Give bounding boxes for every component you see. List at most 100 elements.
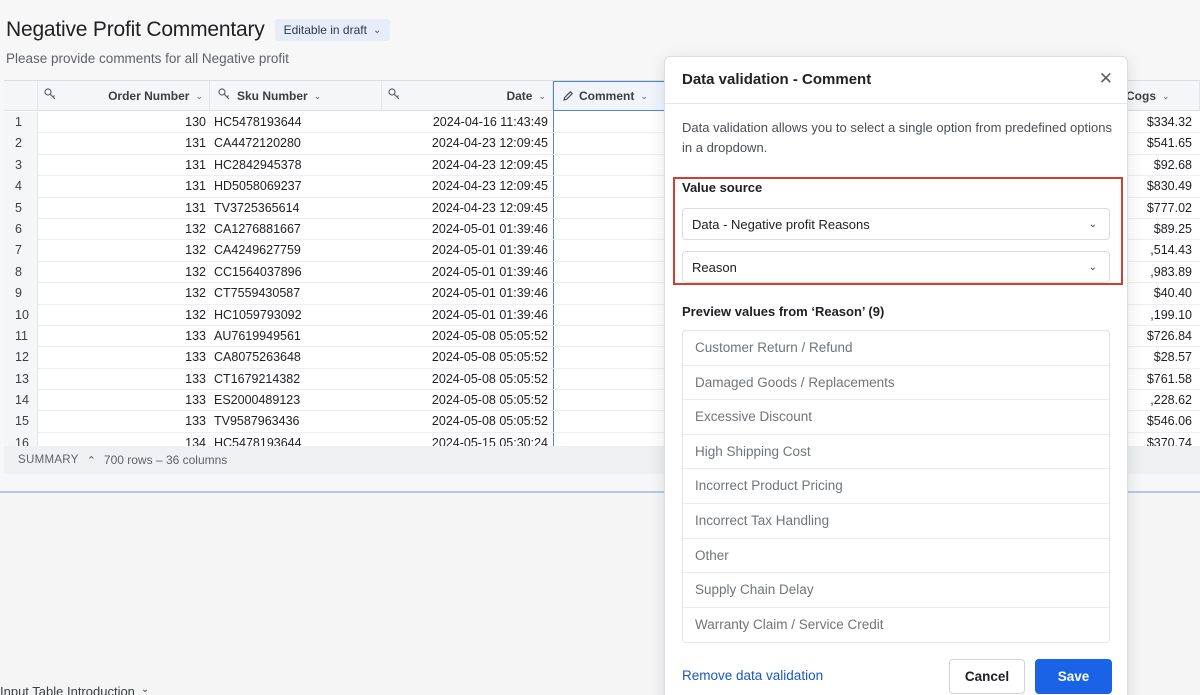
order-number-cell[interactable]: 132 bbox=[38, 305, 210, 326]
sku-number-cell[interactable]: CA4249627759 bbox=[214, 240, 382, 261]
column-label: Date bbox=[506, 89, 533, 103]
preview-value-item: High Shipping Cost bbox=[683, 435, 1109, 470]
row-number: 13 bbox=[4, 368, 38, 391]
order-number-cell[interactable]: 131 bbox=[38, 155, 210, 176]
chevron-down-icon[interactable]: ⌄ bbox=[195, 91, 203, 102]
order-number-cell[interactable]: 131 bbox=[38, 176, 210, 197]
page-header: Negative Profit Commentary Editable in d… bbox=[6, 18, 391, 42]
key-icon bbox=[44, 88, 57, 104]
row-number: 15 bbox=[4, 411, 38, 433]
date-cell[interactable]: 2024-05-08 05:05:52 bbox=[382, 369, 550, 390]
preview-value-item: Damaged Goods / Replacements bbox=[683, 366, 1109, 401]
date-cell[interactable]: 2024-04-23 12:09:45 bbox=[382, 176, 550, 197]
date-cell[interactable]: 2024-05-08 05:05:52 bbox=[382, 390, 550, 411]
order-number-cell[interactable]: 134 bbox=[38, 433, 210, 446]
sku-number-cell[interactable]: CA8075263648 bbox=[214, 347, 382, 368]
sku-number-cell[interactable]: CT1679214382 bbox=[214, 369, 382, 390]
sku-number-cell[interactable]: CT7559430587 bbox=[214, 283, 382, 304]
row-number: 4 bbox=[4, 176, 38, 198]
dialog-divider bbox=[665, 103, 1127, 104]
column-header-sku-number[interactable]: Sku Number ⌄ bbox=[210, 81, 382, 111]
sku-number-cell[interactable]: HC1059793092 bbox=[214, 305, 382, 326]
preview-value-item: Incorrect Product Pricing bbox=[683, 469, 1109, 504]
chevron-down-icon[interactable]: ⌄ bbox=[314, 91, 322, 102]
date-cell[interactable]: 2024-04-23 12:09:45 bbox=[382, 133, 550, 154]
sku-number-cell[interactable]: CC1564037896 bbox=[214, 262, 382, 283]
order-number-cell[interactable]: 131 bbox=[38, 198, 210, 219]
date-cell[interactable]: 2024-05-01 01:39:46 bbox=[382, 262, 550, 283]
date-cell[interactable]: 2024-05-01 01:39:46 bbox=[382, 219, 550, 240]
sku-number-cell[interactable]: TV9587963436 bbox=[214, 411, 382, 432]
chevron-down-icon: ⌄ bbox=[372, 24, 382, 36]
preview-value-item: Incorrect Tax Handling bbox=[683, 504, 1109, 539]
row-number: 11 bbox=[4, 325, 38, 348]
row-number: 8 bbox=[4, 261, 38, 284]
sku-number-cell[interactable]: HC5478193644 bbox=[214, 433, 382, 446]
order-number-cell[interactable]: 132 bbox=[38, 240, 210, 261]
date-cell[interactable]: 2024-04-23 12:09:45 bbox=[382, 198, 550, 219]
date-cell[interactable]: 2024-05-08 05:05:52 bbox=[382, 347, 550, 368]
preview-value-item: Warranty Claim / Service Credit bbox=[695, 616, 884, 632]
column-header-order-number[interactable]: Order Number ⌄ bbox=[38, 81, 210, 111]
sku-number-cell[interactable]: CA4472120280 bbox=[214, 133, 382, 154]
date-cell[interactable]: 2024-05-08 05:05:52 bbox=[382, 326, 550, 347]
key-icon bbox=[388, 88, 401, 104]
preview-value-item: Customer Return / Refund bbox=[683, 331, 1109, 366]
preview-value-item: Excessive Discount bbox=[683, 400, 1109, 435]
date-cell[interactable]: 2024-05-01 01:39:46 bbox=[382, 283, 550, 304]
chevron-down-icon[interactable]: ⌄ bbox=[538, 91, 546, 102]
page-title: Negative Profit Commentary bbox=[6, 18, 265, 41]
preview-values-list: Customer Return / Refund Damaged Goods / … bbox=[682, 330, 1110, 644]
date-cell[interactable]: 2024-04-16 11:43:49 bbox=[382, 112, 550, 133]
source-table-value: Data - Negative profit Reasons bbox=[692, 216, 870, 232]
row-number: 14 bbox=[4, 390, 38, 412]
column-label: Order Number bbox=[108, 89, 190, 103]
data-validation-dialog: Data validation - Comment ✕ Data validat… bbox=[664, 56, 1128, 695]
edit-mode-label: Editable in draft bbox=[283, 23, 367, 37]
remove-validation-link[interactable]: Remove data validation bbox=[682, 668, 823, 683]
order-number-cell[interactable]: 133 bbox=[38, 369, 210, 390]
row-number: 6 bbox=[4, 218, 38, 241]
chevron-down-icon: ⌄ bbox=[1088, 218, 1097, 230]
sku-number-cell[interactable]: AU7619949561 bbox=[214, 326, 382, 347]
cancel-button[interactable]: Cancel bbox=[949, 659, 1025, 694]
column-header-date[interactable]: Date ⌄ bbox=[382, 81, 553, 111]
summary-label: SUMMARY bbox=[18, 454, 79, 466]
order-number-cell[interactable]: 133 bbox=[38, 390, 210, 411]
key-icon bbox=[218, 88, 231, 104]
order-number-cell[interactable]: 133 bbox=[38, 411, 210, 432]
save-button[interactable]: Save bbox=[1035, 659, 1112, 694]
date-cell[interactable]: 2024-05-01 01:39:46 bbox=[382, 240, 550, 261]
row-number-header bbox=[4, 81, 38, 111]
order-number-cell[interactable]: 133 bbox=[38, 347, 210, 368]
chevron-down-icon: ⌄ bbox=[1088, 261, 1097, 273]
sku-number-cell[interactable]: HC5478193644 bbox=[214, 112, 382, 133]
sku-number-cell[interactable]: ES2000489123 bbox=[214, 390, 382, 411]
column-label: Cogs bbox=[1126, 89, 1156, 103]
sku-number-cell[interactable]: TV3725365614 bbox=[214, 198, 382, 219]
date-cell[interactable]: 2024-05-08 05:05:52 bbox=[382, 411, 550, 432]
order-number-cell[interactable]: 130 bbox=[38, 112, 210, 133]
source-table-select[interactable]: Data - Negative profit Reasons ⌄ bbox=[682, 208, 1110, 240]
sku-number-cell[interactable]: CA1276881667 bbox=[214, 219, 382, 240]
date-cell[interactable]: 2024-04-23 12:09:45 bbox=[382, 155, 550, 176]
order-number-cell[interactable]: 133 bbox=[38, 326, 210, 347]
close-icon[interactable]: ✕ bbox=[1099, 69, 1113, 89]
caret-up-icon[interactable]: ⌃ bbox=[87, 454, 96, 467]
order-number-cell[interactable]: 132 bbox=[38, 219, 210, 240]
chevron-down-icon[interactable]: ⌄ bbox=[1162, 91, 1170, 102]
date-cell[interactable]: 2024-05-15 05:30:24 bbox=[382, 433, 550, 446]
row-number: 7 bbox=[4, 240, 38, 262]
source-column-select[interactable]: Reason ⌄ bbox=[682, 251, 1110, 283]
page-subtitle: Please provide comments for all Negative… bbox=[6, 51, 289, 66]
date-cell[interactable]: 2024-05-01 01:39:46 bbox=[382, 305, 550, 326]
order-number-cell[interactable]: 131 bbox=[38, 133, 210, 154]
order-number-cell[interactable]: 132 bbox=[38, 262, 210, 283]
value-source-label: Value source bbox=[682, 180, 763, 195]
order-number-cell[interactable]: 132 bbox=[38, 283, 210, 304]
sku-number-cell[interactable]: HC2842945378 bbox=[214, 155, 382, 176]
sku-number-cell[interactable]: HD5058069237 bbox=[214, 176, 382, 197]
page-tab[interactable]: Input Table Introduction ⌄ bbox=[0, 684, 149, 695]
edit-mode-badge[interactable]: Editable in draft ⌄ bbox=[274, 19, 391, 41]
row-number: 16 bbox=[4, 432, 38, 446]
